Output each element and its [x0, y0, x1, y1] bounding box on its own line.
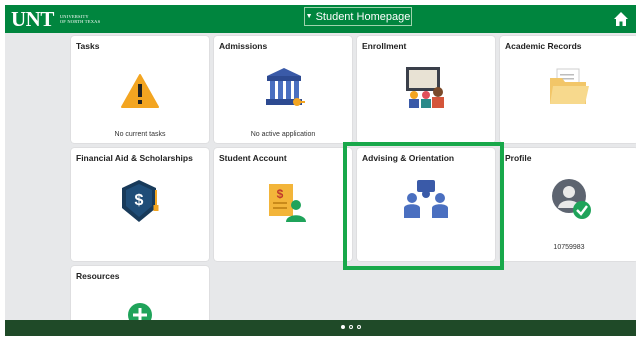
logo-text: UNT — [11, 7, 54, 31]
warning-icon — [121, 74, 159, 108]
advising-people-icon — [404, 180, 448, 218]
tile-title-academic-records: Academic Records — [505, 41, 582, 51]
svg-text:$: $ — [135, 192, 144, 209]
graduation-cap-dollar-icon: $ — [122, 180, 159, 222]
home-icon — [614, 12, 628, 26]
tile-title-advising: Advising & Orientation — [362, 153, 455, 163]
homepage-frame: UNT UNIVERSITY OF NORTH TEXAS ▼ Student … — [5, 5, 636, 336]
logo-subtext: UNIVERSITY OF NORTH TEXAS — [60, 14, 100, 24]
page-title: Student Homepage — [315, 10, 411, 23]
tile-title-resources: Resources — [76, 271, 120, 281]
tile-title-financial-aid: Financial Aid & Scholarships — [76, 153, 193, 163]
unt-logo[interactable]: UNT UNIVERSITY OF NORTH TEXAS — [11, 7, 100, 31]
tile-title-admissions: Admissions — [219, 41, 268, 51]
page-dot-2[interactable] — [349, 325, 353, 329]
home-button[interactable] — [613, 11, 629, 27]
tile-title-student-account: Student Account — [219, 153, 287, 163]
tile-subtitle-profile: 10759983 — [553, 244, 585, 251]
svg-text:$: $ — [277, 187, 284, 201]
footer-bar — [5, 320, 636, 336]
tile-title-enrollment: Enrollment — [362, 41, 407, 51]
tile-financial-aid[interactable]: Financial Aid & Scholarships $ — [71, 148, 209, 261]
profile-avatar-icon — [552, 179, 591, 219]
tile-enrollment[interactable]: Enrollment — [357, 36, 495, 143]
classroom-icon — [406, 67, 444, 108]
account-statement-icon: $ — [269, 184, 306, 222]
tile-admissions[interactable]: Admissions No active application — [214, 36, 352, 143]
tile-profile[interactable]: Profile 10759983 — [500, 148, 636, 261]
tile-title-tasks: Tasks — [76, 41, 100, 51]
university-building-icon — [266, 68, 305, 106]
page-dot-1[interactable] — [341, 325, 345, 329]
tile-subtitle-admissions: No active application — [250, 131, 316, 138]
tile-academic-records[interactable]: Academic Records — [500, 36, 636, 143]
tile-student-account[interactable]: Student Account $ — [214, 148, 352, 261]
page-dot-3[interactable] — [357, 325, 361, 329]
tile-subtitle-tasks: No current tasks — [114, 131, 166, 138]
homepage-selector[interactable]: ▼ Student Homepage — [304, 7, 412, 26]
tile-tasks[interactable]: Tasks No current tasks — [71, 36, 209, 143]
pagination-dots — [341, 325, 361, 329]
dropdown-caret-icon: ▼ — [305, 13, 313, 20]
header-bar: UNT UNIVERSITY OF NORTH TEXAS ▼ Student … — [5, 5, 636, 33]
tile-advising-orientation[interactable]: Advising & Orientation — [357, 148, 495, 261]
tile-title-profile: Profile — [505, 153, 532, 163]
logo-subtext-line2: OF NORTH TEXAS — [59, 19, 101, 24]
folder-icon — [550, 68, 589, 104]
